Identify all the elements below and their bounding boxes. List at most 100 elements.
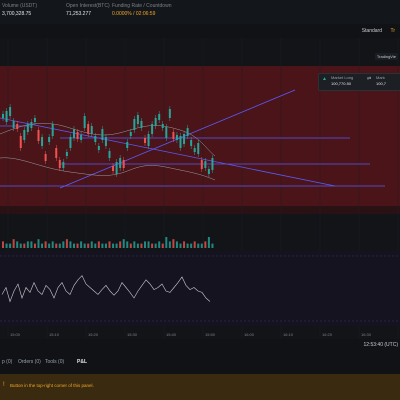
volume-bar (94, 243, 97, 248)
time-tick-label: 15:50 (205, 332, 216, 337)
candle[interactable] (58, 160, 61, 168)
candle[interactable] (115, 162, 118, 174)
volume-bar (115, 243, 118, 248)
swap-icon[interactable]: ⇄ (367, 76, 371, 82)
candle[interactable] (204, 161, 207, 168)
candle[interactable] (87, 124, 90, 134)
volume-bar (44, 241, 47, 248)
volume-bar (69, 241, 72, 248)
candle[interactable] (200, 160, 203, 169)
volume-bar (165, 237, 168, 248)
candle[interactable] (104, 137, 107, 146)
candle[interactable] (30, 122, 33, 128)
candle[interactable] (51, 124, 54, 136)
candle[interactable] (190, 140, 193, 146)
time-tick-label: 15:20 (88, 332, 99, 337)
volume-bar (147, 241, 150, 248)
candle[interactable] (69, 137, 72, 148)
time-tick-label: 16:20 (322, 332, 333, 337)
volume-bar (26, 241, 29, 248)
candle[interactable] (41, 137, 44, 146)
tab-orders[interactable]: Orders (0) (18, 359, 41, 365)
tab-tools[interactable]: Tools (0) (45, 359, 64, 365)
volume-label: Volume (USDT) (2, 3, 38, 9)
candle[interactable] (144, 138, 146, 143)
candle[interactable] (175, 135, 178, 140)
candle[interactable] (172, 132, 175, 139)
volume-bar (48, 243, 51, 248)
volume-bar (83, 243, 86, 248)
candle[interactable] (151, 124, 154, 134)
time-tick-label: 16:10 (283, 332, 294, 337)
candle[interactable] (62, 162, 65, 168)
candle[interactable] (193, 148, 196, 152)
volume-bar (151, 243, 154, 248)
volume-bar (101, 243, 104, 248)
time-tick-label: 15:40 (166, 332, 177, 337)
tab-pnl[interactable]: P&L (77, 359, 87, 365)
open-interest-stat: Open Interest(BTC) 71,253.277 (66, 3, 110, 17)
candle[interactable] (33, 118, 36, 122)
candle[interactable] (12, 121, 15, 128)
candle[interactable] (136, 115, 139, 124)
candle[interactable] (179, 136, 182, 148)
top-stats-bar: Volume (USDT) 3,700,328.75 Open Interest… (0, 0, 400, 25)
candle[interactable] (83, 116, 86, 128)
candle[interactable] (197, 143, 200, 154)
candle[interactable] (23, 130, 26, 140)
candle[interactable] (112, 166, 115, 171)
candle[interactable] (186, 128, 189, 136)
candle[interactable] (19, 136, 22, 148)
candle[interactable] (44, 154, 47, 161)
candle[interactable] (80, 135, 83, 140)
candle[interactable] (129, 132, 132, 136)
funding-rate-stat: Funding Rate / Countdown 0.0000% / 02:06… (112, 3, 171, 17)
candle[interactable] (140, 121, 143, 128)
notice-message: Button in the top-right corner of this p… (10, 383, 94, 388)
volume-bar (136, 243, 139, 248)
volume-bar (108, 241, 111, 248)
candle[interactable] (147, 134, 150, 146)
candle[interactable] (90, 126, 93, 134)
volume-bar (193, 241, 196, 248)
candle[interactable] (101, 129, 104, 140)
tab-positions[interactable]: p (0) (2, 359, 12, 365)
notice-banner: ! Button in the top-right corner of this… (0, 374, 400, 400)
candle[interactable] (158, 114, 161, 120)
candle[interactable] (133, 119, 136, 130)
candle[interactable] (9, 107, 12, 116)
candle[interactable] (122, 160, 125, 168)
candle[interactable] (211, 158, 214, 170)
candle[interactable] (161, 124, 164, 128)
candle[interactable] (207, 169, 210, 174)
candle[interactable] (5, 111, 8, 122)
volume-bar (183, 241, 186, 248)
candle[interactable] (126, 142, 129, 148)
candle[interactable] (48, 137, 51, 142)
standard-view-button[interactable]: Standard (362, 28, 382, 34)
candle[interactable] (26, 124, 29, 132)
candle[interactable] (37, 130, 40, 141)
candle[interactable] (16, 124, 19, 129)
bottom-tabs: p (0) Orders (0) Tools (0) P&L (0, 355, 400, 369)
market-long-value[interactable]: 100,770.50 (331, 81, 351, 86)
candle[interactable] (154, 118, 157, 126)
candle[interactable] (94, 136, 97, 142)
candle[interactable] (97, 146, 100, 150)
candle[interactable] (76, 132, 79, 139)
tradingview-toggle[interactable]: Tr (390, 28, 395, 34)
candle[interactable] (168, 109, 171, 118)
candle[interactable] (165, 127, 168, 138)
volume-bar (51, 241, 54, 248)
volume-bar (16, 241, 19, 248)
candle[interactable] (55, 148, 58, 158)
candle[interactable] (73, 129, 75, 138)
candle[interactable] (183, 134, 186, 144)
candle[interactable] (65, 152, 68, 156)
volume-bar (190, 243, 193, 248)
candle[interactable] (108, 151, 111, 158)
funding-rate-label: Funding Rate / Countdown (112, 3, 172, 9)
candle[interactable] (119, 158, 122, 168)
market-short-value[interactable]: 100,7 (376, 81, 386, 86)
candle[interactable] (2, 114, 4, 118)
